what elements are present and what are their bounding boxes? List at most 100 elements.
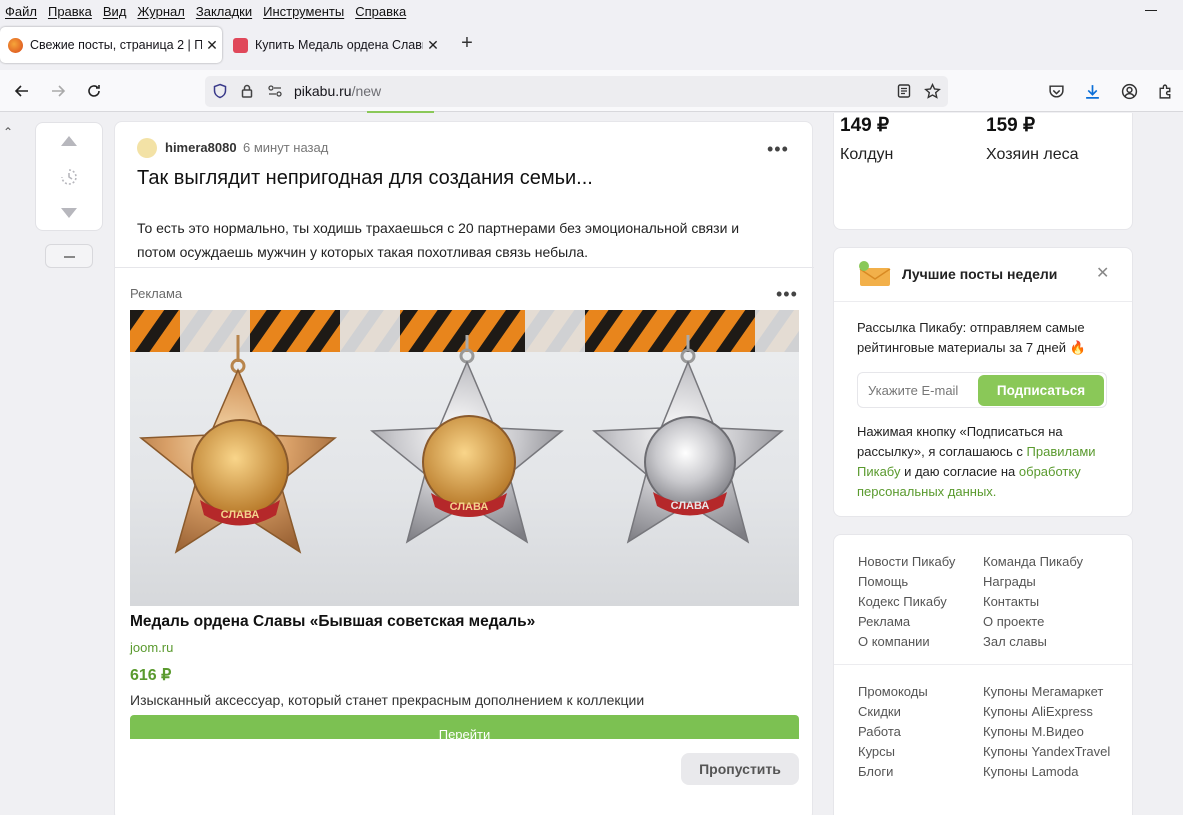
envelope-icon [859,261,891,286]
downvote-icon[interactable] [60,207,78,219]
lock-icon[interactable] [236,80,258,102]
footer-link[interactable]: Купоны М.Видео [983,724,1084,739]
footer-link[interactable]: Купоны Lamoda [983,764,1078,779]
tab-title: Купить Медаль ордена Славы [255,38,423,52]
account-icon [1121,83,1137,99]
post-more-icon[interactable]: ••• [767,140,789,158]
url-bar[interactable]: pikabu.ru/new [205,76,948,107]
price-value: 149 ₽ [840,115,890,136]
post-time: 6 минут назад [243,140,329,155]
minus-icon [64,256,75,258]
footer-link[interactable]: Помощь [858,574,908,589]
post-text: То есть это нормально, ты ходишь трахаеш… [137,220,740,260]
tab-medal[interactable]: Купить Медаль ордена Славы ✕ [225,27,443,63]
subscribe-button[interactable]: Подписаться [978,375,1104,406]
scroll-up-chevron-icon[interactable]: ⌃ [3,125,13,139]
arrow-left-icon [14,85,28,97]
vote-panel [35,122,103,231]
footer-link[interactable]: Кодекс Пикабу [858,594,947,609]
divider [834,664,1132,665]
ad-go-button[interactable]: Перейти [130,715,799,739]
upvote-icon[interactable] [60,135,78,147]
joom-favicon-icon [233,37,248,53]
pocket-button[interactable] [1044,79,1068,103]
ad-domain[interactable]: joom.ru [130,640,173,655]
puzzle-icon [1158,84,1170,99]
price-item-name[interactable]: Хозяин леса [986,146,1079,164]
post-title[interactable]: Так выглядит непригодная для создания се… [137,167,593,190]
tab-title: Свежие посты, страница 2 | Пи [30,38,202,52]
menu-view[interactable]: Вид [98,4,133,19]
sidebar-prices-card: 149 ₽ Колдун 159 ₽ Хозяин леса [833,113,1133,230]
footer-link[interactable]: Новости Пикабу [858,554,955,569]
tab-pikabu-new[interactable]: Свежие посты, страница 2 | Пи ✕ [0,27,222,63]
reader-view-icon[interactable] [893,80,915,102]
post-card: himera8080 6 минут назад ••• Так выгляди… [114,121,814,815]
url-path: /new [351,83,382,99]
ad-label: Реклама [130,286,183,301]
newsletter-header: Лучшие посты недели ✕ [834,248,1132,302]
menu-edit[interactable]: Правка [43,4,98,19]
newsletter-title: Лучшие посты недели [902,266,1058,282]
newsletter-form: Укажите E-mail Подписаться [857,372,1107,408]
collapse-post-button[interactable] [45,244,93,268]
page-content: ⌃ himera8080 6 минут назад ••• Так выгля… [0,113,1183,815]
footer-link[interactable]: Блоги [858,764,893,779]
skip-button[interactable]: Пропустить [681,753,799,785]
post-author[interactable]: himera8080 [165,140,237,155]
avatar[interactable] [137,138,157,158]
bookmark-star-icon[interactable] [921,80,943,102]
menu-help[interactable]: Справка [350,4,412,19]
menu-bar: Файл Правка Вид Журнал Закладки Инструме… [0,0,1183,22]
forward-button[interactable] [46,79,70,103]
footer-link[interactable]: Реклама [858,614,910,629]
footer-link[interactable]: Купоны AliExpress [983,704,1093,719]
footer-link[interactable]: Работа [858,724,901,739]
newsletter-legal: Нажимая кнопку «Подписаться на рассылку»… [857,422,1119,502]
permissions-icon[interactable] [264,80,286,102]
reload-icon [88,85,100,97]
footer-links-card: Новости Пикабу Помощь Кодекс Пикабу Рекл… [833,534,1133,815]
ad-description: Изысканный аксессуар, который станет пре… [130,692,645,708]
ad-image[interactable]: СЛАВА СЛАВА СЛАВА [130,310,799,606]
medal-inscription: СЛАВА [450,501,489,513]
minimize-window-icon[interactable] [1145,10,1157,11]
price-item-name[interactable]: Колдун [840,146,893,164]
downloads-button[interactable] [1080,79,1104,103]
footer-link[interactable]: Купоны YandexTravel [983,744,1110,759]
download-icon [1085,84,1099,99]
footer-link[interactable]: Награды [983,574,1036,589]
footer-link[interactable]: Скидки [858,704,901,719]
navigation-bar: pikabu.ru/new [0,70,1183,112]
ad-title[interactable]: Медаль ордена Славы «Бывшая советская ме… [130,613,535,631]
menu-tools[interactable]: Инструменты [258,4,350,19]
menu-bookmarks[interactable]: Закладки [191,4,258,19]
arrow-right-icon [52,85,66,97]
menu-history[interactable]: Журнал [132,4,190,19]
reload-button[interactable] [82,79,106,103]
back-button[interactable] [10,79,34,103]
footer-link[interactable]: Промокоды [858,684,928,699]
footer-link[interactable]: О компании [858,634,930,649]
close-tab-icon[interactable]: ✕ [423,37,443,54]
footer-link[interactable]: Команда Пикабу [983,554,1083,569]
footer-link[interactable]: О проекте [983,614,1044,629]
price-value: 159 ₽ [986,115,1036,136]
menu-file[interactable]: Файл [0,4,43,19]
footer-link[interactable]: Контакты [983,594,1039,609]
ad-more-icon[interactable]: ••• [776,285,798,303]
url-domain: pikabu.ru [294,83,352,99]
shield-icon[interactable] [209,80,231,102]
email-field[interactable]: Укажите E-mail [868,383,958,398]
footer-link[interactable]: Зал славы [983,634,1047,649]
footer-link[interactable]: Купоны Мегамаркет [983,684,1103,699]
url-text[interactable]: pikabu.ru/new [294,83,381,99]
account-button[interactable] [1117,79,1141,103]
new-tab-button[interactable]: + [457,32,477,56]
close-tab-icon[interactable]: ✕ [202,37,222,54]
tab-bar: Свежие посты, страница 2 | Пи ✕ Купить М… [0,22,1183,70]
extensions-button[interactable] [1153,79,1177,103]
footer-link[interactable]: Курсы [858,744,895,759]
close-icon[interactable]: ✕ [1096,263,1109,283]
ad-price: 616 ₽ [130,667,172,684]
